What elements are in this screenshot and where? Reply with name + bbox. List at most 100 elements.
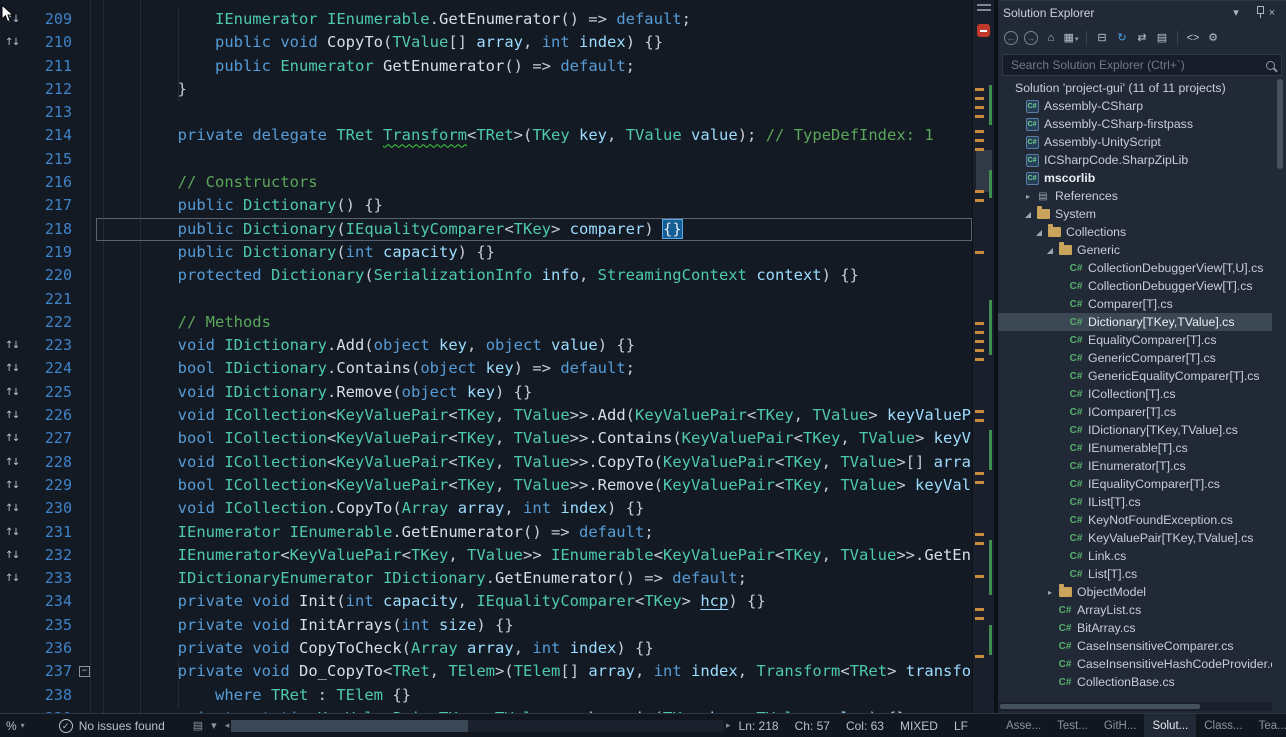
tool-window-tab[interactable]: Tea... [1251, 714, 1286, 737]
scroll-right-icon[interactable]: ▸ [726, 720, 731, 731]
code-text[interactable]: public void CopyTo(TValue[] array, int i… [96, 31, 972, 54]
scroll-left-icon[interactable]: ◂ [225, 720, 230, 731]
tree-item[interactable]: C#Assembly-UnityScript [998, 133, 1272, 151]
code-text[interactable] [96, 101, 972, 124]
zoom-control[interactable]: % ▾ [0, 719, 25, 733]
tree-item[interactable]: C#IEnumerable[T].cs [998, 439, 1272, 457]
fold-collapse-icon[interactable]: − [79, 666, 90, 677]
tree-item[interactable]: C#IComparer[T].cs [998, 403, 1272, 421]
tree-item[interactable]: C#CollectionBase.cs [998, 673, 1272, 691]
line-number[interactable]: 219 [30, 241, 76, 264]
line-number[interactable]: 231 [30, 521, 76, 544]
reference-arrows-icon[interactable]: ↑↓ [0, 521, 30, 544]
code-text[interactable]: IEnumerator IEnumerable.GetEnumerator() … [96, 521, 972, 544]
code-line[interactable]: 217 public Dictionary() {} [0, 194, 972, 217]
tree-item[interactable]: C#BitArray.cs [998, 619, 1272, 637]
tree-item[interactable]: C#mscorlib [998, 169, 1272, 187]
line-number[interactable]: 212 [30, 78, 76, 101]
reference-arrows-icon[interactable]: ↑↓ [0, 567, 30, 590]
switch-views-icon[interactable]: ▦▾ [1062, 29, 1080, 47]
tree-item[interactable]: C#GenericComparer[T].cs [998, 349, 1272, 367]
code-line[interactable]: 239 private static KeyValuePair<TKey, TV… [0, 707, 972, 713]
code-text[interactable]: void ICollection<KeyValuePair<TKey, TVal… [96, 451, 972, 474]
tree-item[interactable]: ◢Collections [998, 223, 1272, 241]
code-text[interactable]: public Enumerator GetEnumerator() => def… [96, 55, 972, 78]
code-line[interactable]: 219 public Dictionary(int capacity) {} [0, 241, 972, 264]
tree-item[interactable]: C#IEnumerator[T].cs [998, 457, 1272, 475]
tree-item[interactable]: C#ICSharpCode.SharpZipLib [998, 151, 1272, 169]
file-nesting-icon[interactable]: ▤ [1153, 29, 1171, 47]
tree-item[interactable]: C#ArrayList.cs [998, 601, 1272, 619]
code-text[interactable]: where TRet : TElem {} [96, 684, 972, 707]
line-number[interactable]: 214 [30, 124, 76, 147]
refresh-icon[interactable]: ↻ [1113, 29, 1131, 47]
code-text[interactable]: private void CopyToCheck(Array array, in… [96, 637, 972, 660]
line-number[interactable]: 216 [30, 171, 76, 194]
code-text[interactable]: protected Dictionary(SerializationInfo i… [96, 264, 972, 287]
reference-arrows-icon[interactable]: ↑↓ [0, 334, 30, 357]
code-text[interactable]: void ICollection.CopyTo(Array array, int… [96, 497, 972, 520]
code-text[interactable]: bool ICollection<KeyValuePair<TKey, TVal… [96, 427, 972, 450]
code-line[interactable]: 212 } [0, 78, 972, 101]
tree-item[interactable]: C#KeyNotFoundException.cs [998, 511, 1272, 529]
code-text[interactable]: IEnumerator<KeyValuePair<TKey, TValue>> … [96, 544, 972, 567]
code-line[interactable]: ↑↓229 bool ICollection<KeyValuePair<TKey… [0, 474, 972, 497]
reference-arrows-icon[interactable]: ↑↓ [0, 381, 30, 404]
code-line[interactable]: ↑↓224 bool IDictionary.Contains(object k… [0, 357, 972, 380]
code-text[interactable]: public Dictionary(IEqualityComparer<TKey… [96, 218, 972, 241]
line-number[interactable]: 237 [30, 660, 76, 683]
line-number[interactable]: 239 [30, 707, 76, 713]
home-icon[interactable]: ⌂ [1042, 29, 1060, 47]
code-text[interactable]: private static KeyValuePair<TKey, TValue… [96, 707, 972, 713]
code-line[interactable]: ↑↓230 void ICollection.CopyTo(Array arra… [0, 497, 972, 520]
editor-horizontal-scrollbar[interactable]: ◂ ▸ [225, 720, 731, 732]
code-line[interactable]: 218 public Dictionary(IEqualityComparer<… [0, 218, 972, 241]
tree-item[interactable]: C#IDictionary[TKey,TValue].cs [998, 421, 1272, 439]
tree-item[interactable]: ◢Generic [998, 241, 1272, 259]
expander-icon[interactable]: ◢ [1022, 210, 1034, 219]
code-text[interactable]: void IDictionary.Remove(object key) {} [96, 381, 972, 404]
chevron-down-icon[interactable]: ▾ [211, 719, 217, 732]
line-number[interactable]: 226 [30, 404, 76, 427]
tree-item[interactable]: C#EqualityComparer[T].cs [998, 331, 1272, 349]
tree-item[interactable]: C#CaseInsensitiveComparer.cs [998, 637, 1272, 655]
tree-horizontal-scrollbar[interactable] [998, 702, 1272, 711]
line-number[interactable]: 238 [30, 684, 76, 707]
tree-item[interactable]: Solution 'project-gui' (11 of 11 project… [998, 79, 1272, 97]
line-number[interactable]: 236 [30, 637, 76, 660]
line-number[interactable]: 224 [30, 357, 76, 380]
code-text[interactable]: private void InitArrays(int size) {} [96, 614, 972, 637]
view-code-icon[interactable]: <> [1184, 29, 1202, 47]
code-line[interactable]: ↑↓226 void ICollection<KeyValuePair<TKey… [0, 404, 972, 427]
tree-item[interactable]: C#ICollection[T].cs [998, 385, 1272, 403]
line-number[interactable]: 227 [30, 427, 76, 450]
line-number[interactable]: 221 [30, 288, 76, 311]
code-text[interactable] [96, 148, 972, 171]
code-line[interactable]: ↑↓227 bool ICollection<KeyValuePair<TKey… [0, 427, 972, 450]
code-text[interactable]: bool IDictionary.Contains(object key) =>… [96, 357, 972, 380]
line-number[interactable]: 210 [30, 31, 76, 54]
search-box[interactable] [1002, 54, 1282, 76]
tree-item[interactable]: C#IEqualityComparer[T].cs [998, 475, 1272, 493]
code-line[interactable]: 214 private delegate TRet Transform<TRet… [0, 124, 972, 147]
collapse-all-icon[interactable]: ⊟ [1093, 29, 1111, 47]
code-line[interactable]: 211 public Enumerator GetEnumerator() =>… [0, 55, 972, 78]
code-line[interactable]: 220 protected Dictionary(SerializationIn… [0, 264, 972, 287]
reference-arrows-icon[interactable]: ↑↓ [0, 544, 30, 567]
line-number[interactable]: 234 [30, 590, 76, 613]
code-line[interactable]: 221 [0, 288, 972, 311]
code-text[interactable]: // Constructors [96, 171, 972, 194]
code-line[interactable]: ↑↓233 IDictionaryEnumerator IDictionary.… [0, 567, 972, 590]
code-line[interactable]: ↑↓210 public void CopyTo(TValue[] array,… [0, 31, 972, 54]
line-number[interactable]: 232 [30, 544, 76, 567]
pin-icon[interactable] [1245, 5, 1263, 21]
tree-item[interactable]: C#Assembly-CSharp [998, 97, 1272, 115]
code-line[interactable]: 216 // Constructors [0, 171, 972, 194]
sync-with-active-document-icon[interactable]: ⇄ [1133, 29, 1151, 47]
line-number[interactable]: 223 [30, 334, 76, 357]
line-number[interactable]: 220 [30, 264, 76, 287]
code-line[interactable]: ↑↓231 IEnumerator IEnumerable.GetEnumera… [0, 521, 972, 544]
line-number[interactable]: 230 [30, 497, 76, 520]
code-line[interactable]: 213 [0, 101, 972, 124]
code-text[interactable]: IDictionaryEnumerator IDictionary.GetEnu… [96, 567, 972, 590]
